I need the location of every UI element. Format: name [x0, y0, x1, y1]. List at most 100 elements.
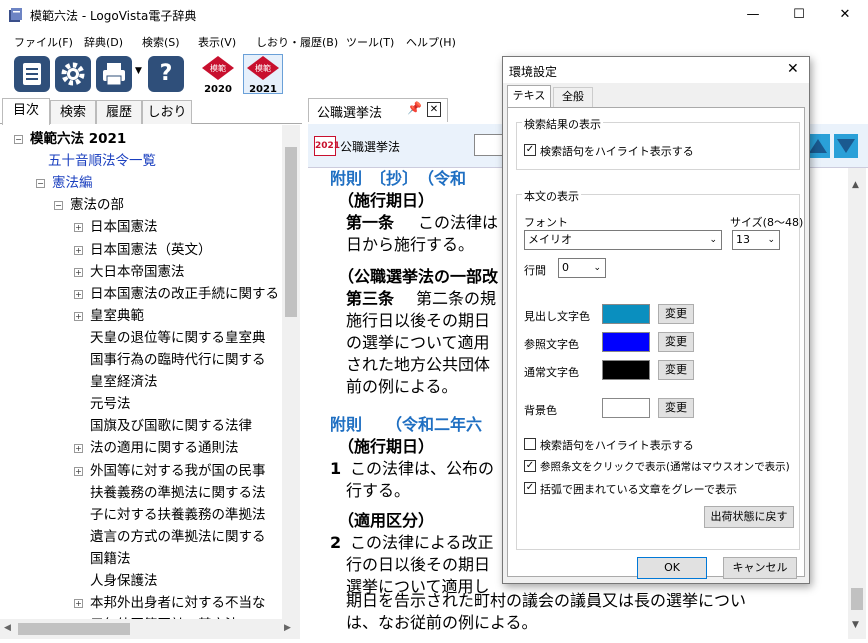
close-tab-button[interactable]: ✕: [427, 102, 441, 117]
maximize-button[interactable]: ☐: [776, 0, 822, 30]
tree-item[interactable]: 国旗及び国歌に関する法律: [90, 416, 252, 436]
background-color-label: 背景色: [524, 404, 557, 417]
tree-item[interactable]: 日本国憲法（英文）: [90, 240, 212, 260]
tree-item[interactable]: 法の適用に関する通則法: [90, 438, 239, 458]
contents-button[interactable]: [14, 56, 50, 92]
scroll-down-icon[interactable]: ▼: [852, 620, 859, 630]
collapse-icon[interactable]: −: [36, 179, 45, 189]
tree-item[interactable]: 国事行為の臨時代行に関する: [90, 350, 266, 370]
content-line: 施行日以後その期日: [346, 311, 491, 330]
menu-tools[interactable]: ツール(T): [346, 34, 394, 50]
option-gray-brackets-checkbox[interactable]: ✓: [524, 482, 536, 494]
help-button[interactable]: ?: [148, 56, 184, 92]
tab-history[interactable]: 履歴: [96, 100, 142, 124]
close-window-button[interactable]: ✕: [822, 0, 868, 30]
tree-item[interactable]: 遺言の方式の準拠法に関する: [90, 527, 266, 547]
menu-file[interactable]: ファイル(F): [14, 34, 73, 50]
document-tab-label: 公職選挙法: [317, 106, 383, 121]
print-dropdown-icon[interactable]: ▼: [135, 66, 142, 76]
tree-item[interactable]: 皇室経済法: [90, 372, 158, 392]
tree-item[interactable]: 五十音順法令一覧: [48, 151, 156, 171]
dialog-title: 環境設定: [509, 65, 558, 79]
background-color-swatch: [602, 398, 650, 418]
tab-search[interactable]: 検索: [50, 100, 96, 124]
font-select[interactable]: メイリオ ⌄: [524, 230, 722, 250]
tree-item[interactable]: 大日本帝国憲法: [90, 262, 185, 282]
reset-defaults-button[interactable]: 出荷状態に戻す: [704, 506, 794, 528]
tree-vertical-scrollbar[interactable]: [282, 125, 300, 619]
tree-item[interactable]: 日本国憲法の改正手続に関する: [90, 284, 279, 304]
menu-bookmarks-history[interactable]: しおり・履歴(B): [256, 34, 338, 50]
tree-item[interactable]: 憲法編: [52, 173, 93, 193]
menu-search[interactable]: 検索(S): [142, 34, 180, 50]
menu-help[interactable]: ヘルプ(H): [406, 34, 456, 50]
expand-icon[interactable]: +: [74, 245, 83, 255]
reference-color-change-button[interactable]: 変更: [658, 332, 694, 352]
line-spacing-label: 行間: [524, 264, 546, 277]
dialog-close-button[interactable]: ✕: [787, 61, 799, 77]
tree-horizontal-scrollbar[interactable]: ◀ ▶: [0, 619, 300, 639]
document-tab[interactable]: 公職選挙法 📌 ✕: [308, 98, 448, 122]
tree-item[interactable]: 外国等に対する我が国の民事: [90, 461, 266, 481]
tree-item[interactable]: 子に対する扶養義務の準拠法: [90, 505, 266, 525]
minimize-button[interactable]: —: [730, 0, 776, 30]
cancel-button[interactable]: キャンセル: [723, 557, 797, 579]
expand-icon[interactable]: +: [74, 444, 83, 454]
content-line: （施行期日）: [338, 191, 435, 210]
tree-item[interactable]: 扶養義務の準拠法に関する法: [90, 483, 266, 503]
document-vertical-scrollbar[interactable]: ▲ ▼: [848, 168, 866, 639]
heading-color-swatch: [602, 304, 650, 324]
scroll-right-icon[interactable]: ▶: [284, 623, 291, 633]
content-line: この法律は: [418, 213, 499, 232]
next-down-button[interactable]: [834, 134, 858, 158]
tree-item[interactable]: 元号法: [90, 394, 131, 414]
content-line: （公職選挙法の一部改: [338, 267, 499, 286]
line-spacing-select[interactable]: 0 ⌄: [558, 258, 606, 278]
pin-icon[interactable]: 📌: [407, 101, 422, 115]
dialog-tab-general[interactable]: 全般: [553, 87, 593, 107]
option-highlight-label: 検索語句をハイライト表示する: [540, 439, 694, 452]
tree-item[interactable]: 人身保護法: [90, 571, 158, 591]
header-search-input[interactable]: [474, 134, 504, 156]
expand-icon[interactable]: +: [74, 267, 83, 277]
collapse-icon[interactable]: −: [14, 135, 23, 144]
expand-icon[interactable]: +: [74, 466, 83, 476]
option-highlight-checkbox[interactable]: [524, 438, 536, 450]
dialog-tab-text[interactable]: テキスト: [507, 85, 551, 122]
tree-item[interactable]: 憲法の部: [70, 195, 124, 215]
heading-color-change-button[interactable]: 変更: [658, 304, 694, 324]
doc-scroll-thumb[interactable]: [851, 588, 863, 610]
tree-item[interactable]: 天皇の退位等に関する皇室典: [90, 328, 266, 348]
tree-item[interactable]: 模範六法 2021: [30, 129, 126, 149]
book-2021-button[interactable]: 模範 2021: [243, 54, 283, 95]
content-line: この法律は、公布の: [350, 459, 495, 478]
expand-icon[interactable]: +: [74, 289, 83, 299]
tab-bookmarks[interactable]: しおり: [142, 100, 192, 124]
settings-button[interactable]: [55, 56, 91, 92]
size-select[interactable]: 13 ⌄: [732, 230, 780, 250]
tree-item[interactable]: 国籍法: [90, 549, 131, 569]
scroll-up-icon[interactable]: ▲: [852, 180, 859, 190]
normal-color-change-button[interactable]: 変更: [658, 360, 694, 380]
tab-contents[interactable]: 目次: [2, 98, 50, 125]
book-2020-button[interactable]: 模範 2020: [200, 55, 236, 95]
content-line: 期日を告示された町村の議会の議員又は長の選挙につい: [346, 591, 747, 610]
menu-dictionary[interactable]: 辞典(D): [84, 34, 123, 50]
background-color-change-button[interactable]: 変更: [658, 398, 694, 418]
tree-item[interactable]: 皇室典範: [90, 306, 144, 326]
expand-icon[interactable]: +: [74, 223, 83, 233]
search-highlight-checkbox[interactable]: ✓: [524, 144, 536, 156]
expand-icon[interactable]: +: [74, 599, 83, 609]
tree-hscroll-thumb[interactable]: [18, 623, 130, 635]
tree-item[interactable]: 日本国憲法: [90, 217, 158, 237]
collapse-icon[interactable]: −: [54, 201, 63, 211]
option-click-reference-checkbox[interactable]: ✓: [524, 460, 536, 472]
tree-item[interactable]: 本邦外出身者に対する不当な: [90, 593, 266, 613]
expand-icon[interactable]: +: [74, 311, 83, 321]
content-line: （施行期日）: [338, 437, 435, 456]
menu-view[interactable]: 表示(V): [198, 34, 236, 50]
tree-scroll-thumb[interactable]: [285, 147, 297, 317]
ok-button[interactable]: OK: [637, 557, 707, 579]
print-button[interactable]: [96, 56, 132, 92]
scroll-left-icon[interactable]: ◀: [4, 623, 11, 633]
